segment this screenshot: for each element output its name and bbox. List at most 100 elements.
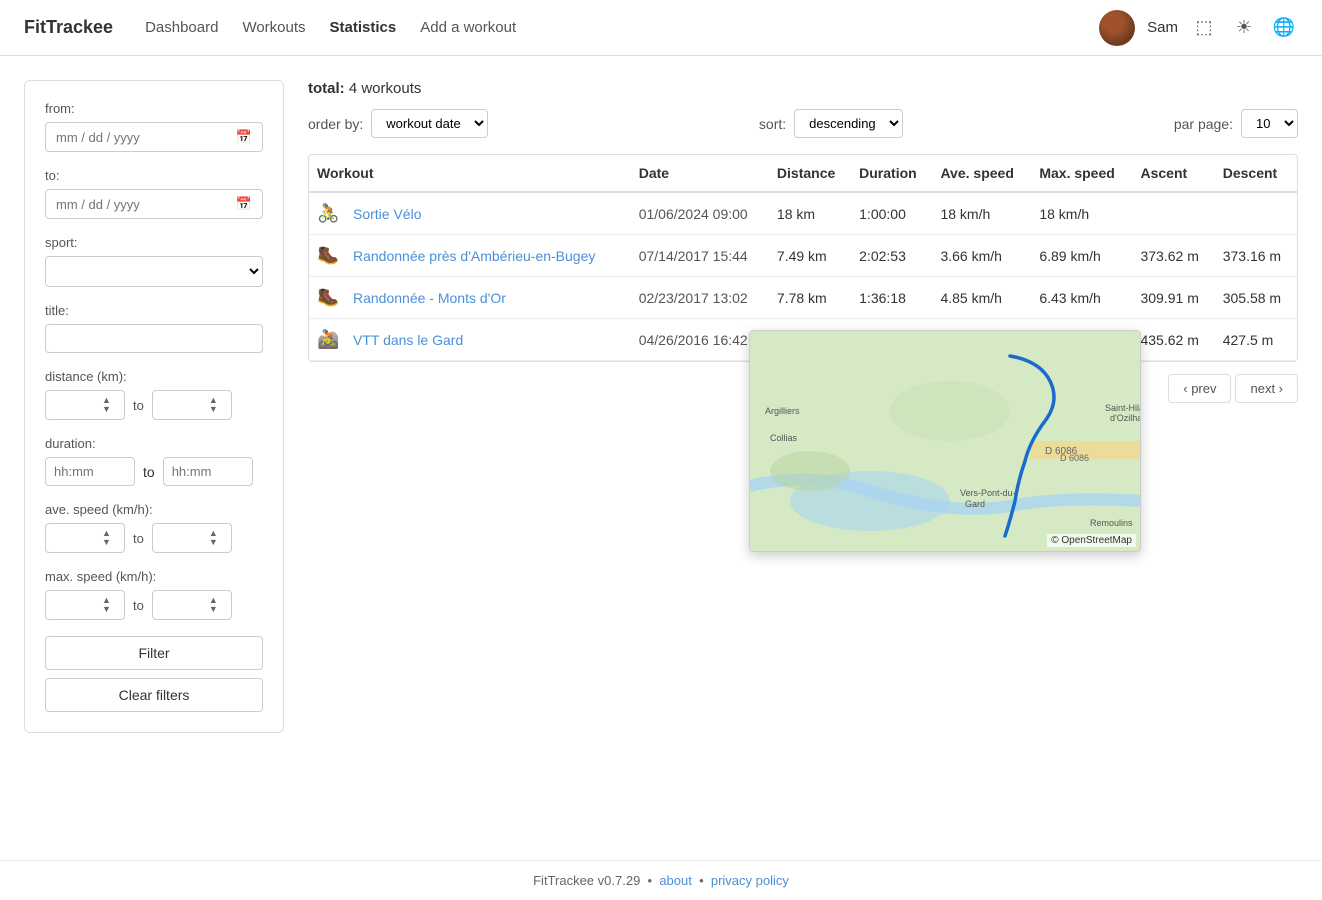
calendar-icon: 📅 — [236, 129, 252, 145]
ave-speed-to-label: to — [133, 531, 144, 546]
footer-version: v0.7.29 — [598, 873, 641, 888]
navbar: FitTrackee Dashboard Workouts Statistics… — [0, 0, 1322, 56]
sort-label: sort: — [759, 116, 786, 132]
workout-link[interactable]: Sortie Vélo — [353, 206, 421, 222]
nav-link-workouts[interactable]: Workouts — [242, 19, 305, 36]
col-duration: Duration — [851, 155, 932, 192]
nav-link-statistics[interactable]: Statistics — [330, 19, 397, 36]
prev-page-button[interactable]: ‹ prev — [1168, 374, 1231, 403]
ave-speed-min-input[interactable] — [50, 531, 100, 546]
distance-min-wrapper: ▲ ▼ — [45, 390, 125, 420]
from-label: from: — [45, 101, 263, 116]
svg-text:Collias: Collias — [770, 433, 798, 443]
total-bar: total: 4 workouts — [308, 80, 1298, 97]
theme-icon[interactable]: ☀ — [1230, 14, 1258, 42]
next-page-button[interactable]: next › — [1235, 374, 1298, 403]
max-speed-min-down[interactable]: ▼ — [100, 605, 113, 614]
ave-speed-min-wrapper: ▲ ▼ — [45, 523, 125, 553]
map-area: D 6086 Collias Saint-Hilaire- Argilliers… — [750, 331, 1140, 551]
order-by-group: order by: workout date date distance dur… — [308, 109, 488, 138]
to-date-input[interactable] — [56, 197, 232, 212]
workout-sport-icon: 🚵 — [309, 319, 345, 361]
svg-text:Gard: Gard — [965, 499, 985, 509]
sport-select[interactable] — [45, 256, 263, 287]
logout-icon[interactable]: ⬚ — [1190, 14, 1218, 42]
distance-max-input[interactable] — [157, 398, 207, 413]
distance-min-input[interactable] — [50, 398, 100, 413]
footer-about-link[interactable]: about — [659, 873, 692, 888]
from-date-input[interactable] — [56, 130, 232, 145]
footer-privacy-link[interactable]: privacy policy — [711, 873, 789, 888]
order-by-label: order by: — [308, 116, 363, 132]
nav-brand[interactable]: FitTrackee — [24, 17, 113, 38]
workout-ave-speed-cell: 4.85 km/h — [932, 277, 1031, 319]
title-input[interactable] — [45, 324, 263, 353]
workout-max-speed-cell: 18 km/h — [1031, 192, 1132, 235]
duration-group: duration: to — [45, 436, 263, 486]
distance-max-down[interactable]: ▼ — [207, 405, 220, 414]
nav-link-dashboard[interactable]: Dashboard — [145, 19, 218, 36]
duration-to-input[interactable] — [163, 457, 253, 486]
max-speed-range: ▲ ▼ to ▲ ▼ — [45, 590, 263, 620]
table-header: Workout Date Distance Duration Ave. spee… — [309, 155, 1297, 192]
svg-text:Saint-Hilaire-: Saint-Hilaire- — [1105, 403, 1140, 413]
workout-link[interactable]: Randonnée près d'Ambérieu-en-Bugey — [353, 248, 595, 264]
svg-text:D 6086: D 6086 — [1060, 453, 1089, 463]
clear-filters-button[interactable]: Clear filters — [45, 678, 263, 712]
duration-from-input[interactable] — [45, 457, 135, 486]
ave-speed-max-input[interactable] — [157, 531, 207, 546]
workout-descent-cell: 373.16 m — [1215, 235, 1297, 277]
workout-duration-cell: 1:36:18 — [851, 277, 932, 319]
max-speed-max-down[interactable]: ▼ — [207, 605, 220, 614]
workout-link[interactable]: VTT dans le Gard — [353, 332, 463, 348]
filter-button[interactable]: Filter — [45, 636, 263, 670]
main-content: total: 4 workouts order by: workout date… — [308, 80, 1298, 836]
ave-speed-max-down[interactable]: ▼ — [207, 538, 220, 547]
page-layout: from: 📅 to: 📅 sport: t — [0, 56, 1322, 860]
workout-sport-icon: 🥾 — [309, 277, 345, 319]
distance-min-down[interactable]: ▼ — [100, 405, 113, 414]
nav-link-add-workout[interactable]: Add a workout — [420, 19, 516, 36]
sort-group: sort: descending ascending — [759, 109, 903, 138]
workout-date-cell: 01/06/2024 09:00 — [631, 192, 769, 235]
col-workout: Workout — [309, 155, 631, 192]
max-speed-min-input[interactable] — [50, 598, 100, 613]
workout-name-cell: Randonnée - Monts d'Or — [345, 277, 631, 319]
max-speed-group: max. speed (km/h): ▲ ▼ to ▲ — [45, 569, 263, 620]
sport-label: sport: — [45, 235, 263, 250]
workout-name-cell: Randonnée près d'Ambérieu-en-Bugey — [345, 235, 631, 277]
max-speed-max-input[interactable] — [157, 598, 207, 613]
col-ave-speed: Ave. speed — [932, 155, 1031, 192]
per-page-select[interactable]: 10 20 50 — [1241, 109, 1298, 138]
max-speed-max-spin: ▲ ▼ — [207, 596, 220, 614]
to-date-wrapper: 📅 — [45, 189, 263, 219]
ave-speed-min-down[interactable]: ▼ — [100, 538, 113, 547]
ave-speed-max-wrapper: ▲ ▼ — [152, 523, 232, 553]
max-speed-min-spin: ▲ ▼ — [100, 596, 113, 614]
distance-min-spin: ▲ ▼ — [100, 396, 113, 414]
workout-ascent-cell: 373.62 m — [1132, 235, 1214, 277]
sidebar: from: 📅 to: 📅 sport: t — [24, 80, 284, 836]
workout-descent-cell: 305.58 m — [1215, 277, 1297, 319]
to-label: to: — [45, 168, 263, 183]
workout-link[interactable]: Randonnée - Monts d'Or — [353, 290, 506, 306]
workout-max-speed-cell: 6.89 km/h — [1031, 235, 1132, 277]
svg-text:Remoulins: Remoulins — [1090, 518, 1133, 528]
workout-descent-cell: 427.5 m — [1215, 319, 1297, 361]
nav-username: Sam — [1147, 19, 1178, 36]
max-speed-max-wrapper: ▲ ▼ — [152, 590, 232, 620]
col-date: Date — [631, 155, 769, 192]
duration-label: duration: — [45, 436, 263, 451]
workout-duration-cell: 1:00:00 — [851, 192, 932, 235]
table-row: 🥾 Randonnée - Monts d'Or 02/23/2017 13:0… — [309, 277, 1297, 319]
workout-ave-speed-cell: 3.66 km/h — [932, 235, 1031, 277]
to-group: to: 📅 — [45, 168, 263, 219]
workout-distance-cell: 7.49 km — [769, 235, 851, 277]
filter-card: from: 📅 to: 📅 sport: t — [24, 80, 284, 733]
sort-select[interactable]: descending ascending — [794, 109, 903, 138]
col-max-speed: Max. speed — [1031, 155, 1132, 192]
distance-max-wrapper: ▲ ▼ — [152, 390, 232, 420]
language-icon[interactable]: 🌐 — [1270, 14, 1298, 42]
col-distance: Distance — [769, 155, 851, 192]
order-by-select[interactable]: workout date date distance duration — [371, 109, 488, 138]
